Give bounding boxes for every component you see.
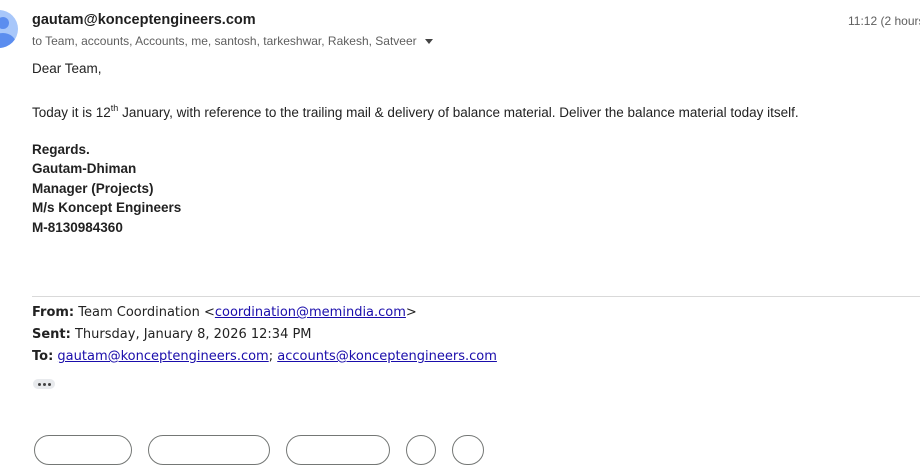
from-name: Team Coordination < xyxy=(74,305,215,320)
sender-email[interactable]: gautam@konceptengineers.com xyxy=(32,12,256,28)
chevron-down-icon[interactable] xyxy=(424,39,433,44)
sent-label: Sent: xyxy=(32,327,71,342)
signature-name: Gautam-Dhiman xyxy=(32,161,137,176)
from-close: > xyxy=(405,305,417,320)
message-time[interactable]: 11:12 (2 hours xyxy=(848,14,920,28)
message-body-line: Today it is 12th January, with reference… xyxy=(32,103,799,120)
to-email-link-1[interactable]: gautam@konceptengineers.com xyxy=(57,349,268,364)
forward-chip[interactable] xyxy=(286,435,390,465)
sent-value: Thursday, January 8, 2026 12:34 PM xyxy=(70,327,312,342)
recipients-line[interactable]: to Team, accounts, Accounts, me, santosh… xyxy=(32,34,433,48)
reply-chip[interactable] xyxy=(34,435,132,465)
to-email-link-2[interactable]: accounts@konceptengineers.com xyxy=(277,349,497,364)
to-label: To: xyxy=(32,349,54,364)
avatar-head xyxy=(0,17,9,29)
greeting: Dear Team, xyxy=(32,61,102,76)
sender-avatar-icon[interactable] xyxy=(0,10,18,48)
more-horiz-icon[interactable] xyxy=(33,379,55,389)
quoted-divider xyxy=(32,296,920,297)
signature-regards: Regards. xyxy=(32,142,90,157)
signature-phone: M-8130984360 xyxy=(32,220,123,235)
body-text-end: January, with reference to the trailing … xyxy=(118,105,799,120)
more-chip[interactable] xyxy=(452,435,484,465)
from-label: From: xyxy=(32,305,75,320)
signature-title: Manager (Projects) xyxy=(32,181,154,196)
quoted-from-line: From: Team Coordination <coordination@me… xyxy=(32,305,417,320)
from-email-link[interactable]: coordination@memindia.com xyxy=(215,305,406,320)
quoted-sent-line: Sent: Thursday, January 8, 2026 12:34 PM xyxy=(32,327,312,342)
avatar-body xyxy=(0,33,16,48)
signature-company: M/s Koncept Engineers xyxy=(32,200,182,215)
reply-all-chip[interactable] xyxy=(148,435,270,465)
body-text-start: Today it is 12 xyxy=(32,105,111,120)
emoji-chip[interactable] xyxy=(406,435,436,465)
quoted-to-line: To: gautam@konceptengineers.com; account… xyxy=(32,349,497,364)
to-separator: ; xyxy=(268,349,278,364)
recipients-text: to Team, accounts, Accounts, me, santosh… xyxy=(32,34,417,48)
